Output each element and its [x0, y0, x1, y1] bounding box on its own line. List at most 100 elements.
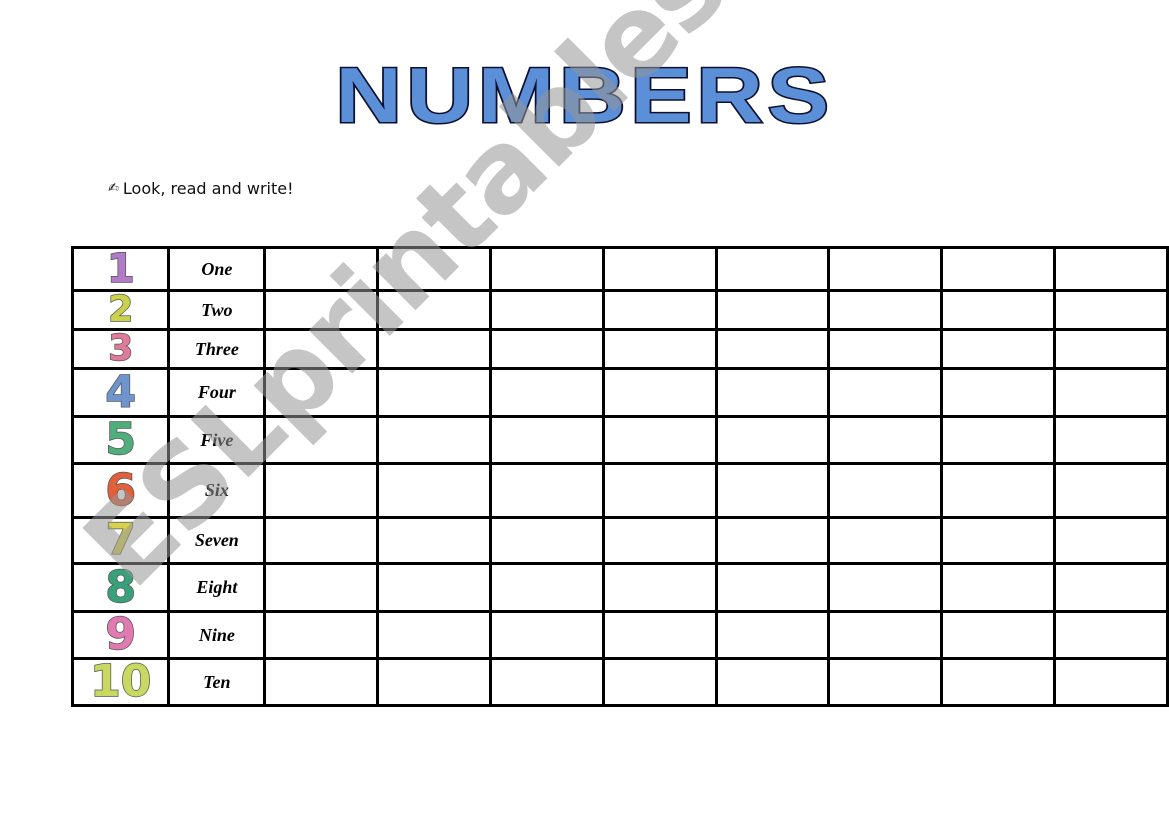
number-cell: 8 [70, 562, 171, 613]
writing-cell[interactable] [263, 657, 380, 707]
worksheet-title: NUMBERS [334, 51, 834, 139]
writing-cell[interactable] [827, 289, 944, 331]
number-cell: 6 [70, 462, 171, 519]
writing-cell[interactable] [827, 328, 944, 370]
writing-cell[interactable] [940, 462, 1057, 519]
writing-cell[interactable] [940, 516, 1057, 565]
writing-cell[interactable] [940, 610, 1057, 660]
writing-cell[interactable] [263, 610, 380, 660]
number-digit: 5 [105, 414, 137, 465]
writing-cell[interactable] [940, 415, 1057, 465]
writing-cell[interactable] [940, 657, 1057, 707]
writing-cell[interactable] [376, 328, 492, 370]
writing-cell[interactable] [940, 367, 1057, 418]
writing-cell[interactable] [940, 289, 1057, 331]
writing-cell[interactable] [940, 246, 1057, 292]
writing-cell[interactable] [376, 562, 492, 613]
writing-cell[interactable] [376, 462, 492, 519]
writing-cell[interactable] [263, 562, 380, 613]
writing-cell[interactable] [1053, 610, 1169, 660]
writing-cell[interactable] [714, 562, 831, 613]
writing-cell[interactable] [601, 610, 718, 660]
table-row: 9 Nine [70, 609, 1169, 660]
instruction: ✍ Look, read and write! [108, 179, 294, 198]
writing-cell[interactable] [827, 610, 944, 660]
writing-cell[interactable] [601, 415, 718, 465]
number-cell: 7 [70, 516, 171, 565]
writing-cell[interactable] [714, 328, 831, 370]
writing-cell[interactable] [1053, 657, 1169, 707]
writing-cell[interactable] [827, 415, 944, 465]
number-digit: 3 [107, 328, 134, 369]
word-cell: Three [167, 328, 267, 370]
writing-cell[interactable] [714, 657, 831, 707]
writing-cell[interactable] [488, 289, 605, 331]
writing-hand-icon: ✍ [108, 181, 119, 196]
writing-cell[interactable] [488, 657, 605, 707]
writing-cell[interactable] [714, 462, 831, 519]
writing-cell[interactable] [488, 462, 605, 519]
writing-cell[interactable] [1053, 246, 1169, 292]
writing-cell[interactable] [488, 246, 605, 292]
writing-cell[interactable] [714, 610, 831, 660]
writing-cell[interactable] [263, 246, 380, 292]
writing-cell[interactable] [488, 367, 605, 418]
writing-cell[interactable] [263, 328, 380, 370]
word-cell: Eight [167, 562, 267, 613]
writing-cell[interactable] [601, 562, 718, 613]
writing-cell[interactable] [1053, 516, 1169, 565]
writing-cell[interactable] [827, 657, 944, 707]
writing-cell[interactable] [488, 328, 605, 370]
writing-cell[interactable] [1053, 328, 1169, 370]
number-cell: 3 [70, 328, 171, 370]
writing-cell[interactable] [827, 462, 944, 519]
writing-cell[interactable] [1053, 367, 1169, 418]
writing-cell[interactable] [488, 516, 605, 565]
number-word: Ten [203, 671, 231, 692]
writing-cell[interactable] [601, 367, 718, 418]
number-word: Nine [198, 624, 235, 645]
writing-cell[interactable] [376, 367, 492, 418]
instruction-text: Look, read and write! [122, 179, 294, 198]
writing-cell[interactable] [376, 246, 492, 292]
writing-cell[interactable] [601, 328, 718, 370]
writing-cell[interactable] [263, 367, 380, 418]
writing-cell[interactable] [1053, 462, 1169, 519]
writing-cell[interactable] [601, 246, 718, 292]
writing-cell[interactable] [488, 415, 605, 465]
writing-cell[interactable] [827, 562, 944, 613]
writing-cell[interactable] [376, 289, 492, 331]
writing-cell[interactable] [376, 516, 492, 565]
writing-cell[interactable] [714, 415, 831, 465]
writing-cell[interactable] [601, 462, 718, 519]
writing-cell[interactable] [263, 289, 380, 331]
writing-cell[interactable] [263, 516, 380, 565]
table-row: 7 Seven [70, 516, 1169, 565]
writing-cell[interactable] [601, 516, 718, 565]
writing-cell[interactable] [827, 367, 944, 418]
writing-cell[interactable] [1053, 562, 1169, 613]
writing-cell[interactable] [488, 610, 605, 660]
writing-cell[interactable] [376, 657, 492, 707]
writing-cell[interactable] [376, 415, 492, 465]
writing-cell[interactable] [714, 246, 831, 292]
writing-cell[interactable] [1053, 415, 1169, 465]
writing-cell[interactable] [263, 415, 380, 465]
writing-cell[interactable] [263, 462, 380, 519]
writing-cell[interactable] [488, 562, 605, 613]
writing-cell[interactable] [1053, 289, 1169, 331]
writing-cell[interactable] [714, 367, 831, 418]
writing-cell[interactable] [827, 516, 944, 565]
writing-cell[interactable] [940, 328, 1057, 370]
word-cell: Two [167, 289, 267, 331]
writing-cell[interactable] [376, 610, 492, 660]
writing-cell[interactable] [940, 562, 1057, 613]
number-word: Six [204, 480, 229, 500]
number-digit: 9 [105, 609, 137, 660]
writing-cell[interactable] [601, 657, 718, 707]
writing-cell[interactable] [714, 516, 831, 565]
numbers-table: 1 One 2 Two 3 Three 4 Four 5 Five 6 Six 7 Seven 8 Eight… [70, 246, 1169, 707]
writing-cell[interactable] [827, 246, 944, 292]
writing-cell[interactable] [601, 289, 718, 331]
writing-cell[interactable] [714, 289, 831, 331]
